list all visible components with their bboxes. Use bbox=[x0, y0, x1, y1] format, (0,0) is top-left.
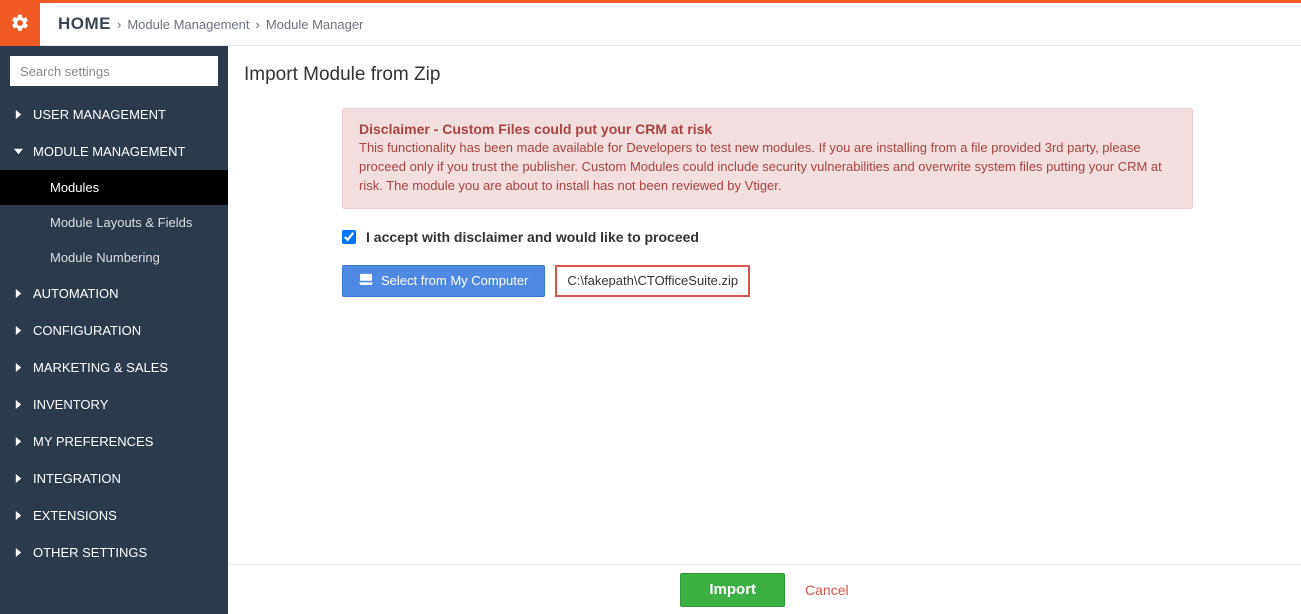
chevron-right-icon bbox=[14, 548, 23, 557]
chevron-right-icon: › bbox=[255, 17, 259, 32]
chevron-right-icon bbox=[14, 289, 23, 298]
sidebar-subitem-module-numbering[interactable]: Module Numbering bbox=[0, 240, 228, 275]
laptop-icon bbox=[359, 273, 373, 288]
chevron-right-icon bbox=[14, 363, 23, 372]
footer-bar: Import Cancel bbox=[228, 564, 1301, 614]
sidebar-item-configuration[interactable]: CONFIGURATION bbox=[0, 312, 228, 349]
sidebar-subitem-modules[interactable]: Modules bbox=[0, 170, 228, 205]
gear-icon bbox=[10, 13, 30, 36]
breadcrumb-module-manager: Module Manager bbox=[266, 17, 364, 32]
cancel-button[interactable]: Cancel bbox=[805, 582, 849, 598]
settings-gear-button[interactable] bbox=[0, 3, 40, 46]
sidebar: USER MANAGEMENT MODULE MANAGEMENT Module… bbox=[0, 46, 228, 614]
sidebar-item-marketing-sales[interactable]: MARKETING & SALES bbox=[0, 349, 228, 386]
chevron-right-icon bbox=[14, 326, 23, 335]
header: HOME › Module Management › Module Manage… bbox=[0, 3, 1301, 46]
disclaimer-alert: Disclaimer - Custom Files could put your… bbox=[342, 108, 1193, 209]
sidebar-item-label: INTEGRATION bbox=[33, 471, 121, 486]
sidebar-item-label: MODULE MANAGEMENT bbox=[33, 144, 185, 159]
sidebar-item-integration[interactable]: INTEGRATION bbox=[0, 460, 228, 497]
sidebar-item-user-management[interactable]: USER MANAGEMENT bbox=[0, 96, 228, 133]
disclaimer-body: This functionality has been made availab… bbox=[359, 139, 1176, 196]
sidebar-item-label: MY PREFERENCES bbox=[33, 434, 153, 449]
breadcrumb: HOME › Module Management › Module Manage… bbox=[40, 3, 363, 45]
search-input[interactable] bbox=[10, 56, 218, 86]
chevron-right-icon bbox=[14, 400, 23, 409]
sidebar-item-label: MARKETING & SALES bbox=[33, 360, 168, 375]
accept-label[interactable]: I accept with disclaimer and would like … bbox=[366, 229, 699, 245]
chevron-right-icon bbox=[14, 437, 23, 446]
accept-checkbox[interactable] bbox=[342, 230, 356, 244]
chevron-right-icon bbox=[14, 511, 23, 520]
sidebar-item-extensions[interactable]: EXTENSIONS bbox=[0, 497, 228, 534]
sidebar-item-label: OTHER SETTINGS bbox=[33, 545, 147, 560]
sidebar-item-label: USER MANAGEMENT bbox=[33, 107, 166, 122]
chevron-right-icon bbox=[14, 474, 23, 483]
page-title: Import Module from Zip bbox=[244, 64, 1285, 86]
chevron-right-icon bbox=[14, 110, 23, 119]
sidebar-item-inventory[interactable]: INVENTORY bbox=[0, 386, 228, 423]
sidebar-item-automation[interactable]: AUTOMATION bbox=[0, 275, 228, 312]
sidebar-item-other-settings[interactable]: OTHER SETTINGS bbox=[0, 534, 228, 571]
chevron-right-icon: › bbox=[117, 17, 121, 32]
chevron-down-icon bbox=[14, 147, 23, 156]
sidebar-item-module-management[interactable]: MODULE MANAGEMENT bbox=[0, 133, 228, 170]
select-from-computer-button[interactable]: Select from My Computer bbox=[342, 265, 545, 297]
disclaimer-title: Disclaimer - Custom Files could put your… bbox=[359, 121, 1176, 137]
select-button-label: Select from My Computer bbox=[381, 273, 528, 288]
sidebar-item-label: EXTENSIONS bbox=[33, 508, 117, 523]
main-content: Import Module from Zip Disclaimer - Cust… bbox=[228, 46, 1301, 614]
sidebar-item-my-preferences[interactable]: MY PREFERENCES bbox=[0, 423, 228, 460]
sidebar-item-label: INVENTORY bbox=[33, 397, 108, 412]
breadcrumb-home[interactable]: HOME bbox=[58, 14, 111, 34]
breadcrumb-module-management[interactable]: Module Management bbox=[127, 17, 249, 32]
sidebar-item-label: AUTOMATION bbox=[33, 286, 118, 301]
sidebar-subitem-module-layouts[interactable]: Module Layouts & Fields bbox=[0, 205, 228, 240]
sidebar-item-label: CONFIGURATION bbox=[33, 323, 141, 338]
selected-file-path: C:\fakepath\CTOfficeSuite.zip bbox=[555, 265, 750, 297]
import-button[interactable]: Import bbox=[680, 573, 785, 607]
